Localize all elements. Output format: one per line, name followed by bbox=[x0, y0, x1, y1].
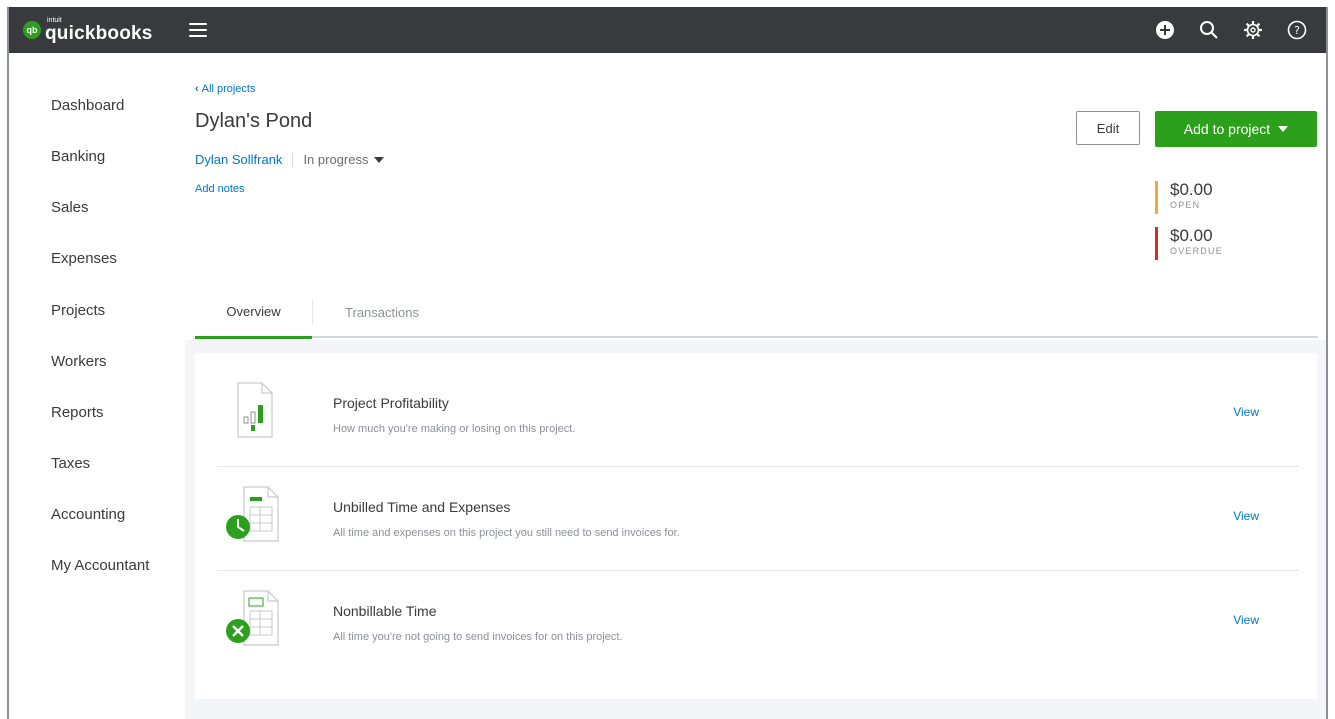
open-balance: $0.00 OPEN bbox=[1155, 181, 1213, 214]
qb-logo-icon: qb bbox=[23, 21, 41, 39]
sidebar: Dashboard Banking Sales Expenses Project… bbox=[9, 53, 185, 719]
list-item: Unbilled Time and Expenses All time and … bbox=[217, 467, 1299, 571]
overdue-indicator bbox=[1155, 227, 1158, 260]
page-title: Dylan's Pond bbox=[195, 110, 313, 132]
add-to-project-button[interactable]: Add to project bbox=[1155, 111, 1317, 147]
sidebar-item-my-accountant[interactable]: My Accountant bbox=[51, 557, 149, 574]
row-description: All time and expenses on this project yo… bbox=[333, 527, 680, 539]
row-description: How much you're making or losing on this… bbox=[333, 423, 576, 435]
overdue-balance: $0.00 OVERDUE bbox=[1155, 227, 1223, 260]
row-description: All time you're not going to send invoic… bbox=[333, 631, 623, 643]
row-title: Nonbillable Time bbox=[333, 603, 437, 619]
app-window: qb intuit quickbooks ? Dashboard Banking… bbox=[7, 7, 1328, 719]
sidebar-item-taxes[interactable]: Taxes bbox=[51, 455, 90, 472]
view-unbilled-link[interactable]: View bbox=[1233, 509, 1259, 523]
row-title: Project Profitability bbox=[333, 395, 449, 411]
divider bbox=[292, 152, 294, 167]
all-projects-label: All projects bbox=[201, 83, 256, 95]
list-item: Nonbillable Time All time you're not goi… bbox=[217, 571, 1299, 675]
all-projects-link[interactable]: ‹ All projects bbox=[195, 83, 255, 95]
overdue-label: OVERDUE bbox=[1170, 246, 1223, 256]
hamburger-menu-icon[interactable] bbox=[188, 23, 207, 37]
status-label: In progress bbox=[303, 152, 369, 167]
profitability-report-icon bbox=[222, 381, 282, 441]
status-dropdown[interactable]: In progress bbox=[303, 152, 385, 167]
gear-icon[interactable] bbox=[1242, 19, 1264, 41]
sidebar-item-workers[interactable]: Workers bbox=[51, 353, 107, 370]
sidebar-item-reports[interactable]: Reports bbox=[51, 404, 104, 421]
top-bar: qb intuit quickbooks ? bbox=[9, 7, 1326, 53]
sidebar-item-accounting[interactable]: Accounting bbox=[51, 506, 125, 523]
overview-card: Project Profitability How much you're ma… bbox=[195, 353, 1317, 699]
sidebar-item-projects[interactable]: Projects bbox=[51, 302, 105, 319]
unbilled-time-icon bbox=[222, 485, 282, 545]
tab-transactions[interactable]: Transactions bbox=[312, 286, 452, 338]
add-to-project-label: Add to project bbox=[1183, 121, 1271, 137]
tab-overview[interactable]: Overview bbox=[195, 286, 312, 339]
sidebar-item-banking[interactable]: Banking bbox=[51, 148, 105, 165]
view-profitability-link[interactable]: View bbox=[1233, 405, 1259, 419]
project-meta: Dylan Sollfrank In progress bbox=[195, 152, 385, 167]
help-icon[interactable]: ? bbox=[1286, 19, 1308, 41]
sidebar-item-sales[interactable]: Sales bbox=[51, 199, 89, 216]
view-nonbillable-link[interactable]: View bbox=[1233, 613, 1259, 627]
caret-down-icon bbox=[1278, 126, 1289, 132]
sidebar-item-expenses[interactable]: Expenses bbox=[51, 250, 117, 267]
caret-down-icon bbox=[374, 156, 385, 163]
open-amount: $0.00 bbox=[1170, 180, 1213, 199]
svg-text:?: ? bbox=[1294, 24, 1300, 37]
chevron-left-icon: ‹ bbox=[195, 83, 199, 95]
customer-link[interactable]: Dylan Sollfrank bbox=[195, 152, 282, 167]
list-item: Project Profitability How much you're ma… bbox=[217, 363, 1299, 467]
sidebar-item-dashboard[interactable]: Dashboard bbox=[51, 97, 124, 114]
tab-bar: Overview Transactions bbox=[195, 286, 1318, 339]
nonbillable-time-icon bbox=[222, 589, 282, 649]
main-content: ‹ All projects Dylan's Pond Dylan Sollfr… bbox=[185, 53, 1326, 719]
open-indicator bbox=[1155, 181, 1158, 214]
row-title: Unbilled Time and Expenses bbox=[333, 499, 511, 515]
brand-name: quickbooks bbox=[45, 23, 153, 44]
overdue-amount: $0.00 bbox=[1170, 226, 1213, 245]
plus-circle-icon[interactable] bbox=[1154, 19, 1176, 41]
edit-button[interactable]: Edit bbox=[1076, 111, 1140, 145]
open-label: OPEN bbox=[1170, 200, 1201, 210]
search-icon[interactable] bbox=[1198, 19, 1220, 41]
quickbooks-logo[interactable]: qb intuit quickbooks bbox=[23, 7, 153, 53]
add-notes-link[interactable]: Add notes bbox=[195, 183, 245, 195]
